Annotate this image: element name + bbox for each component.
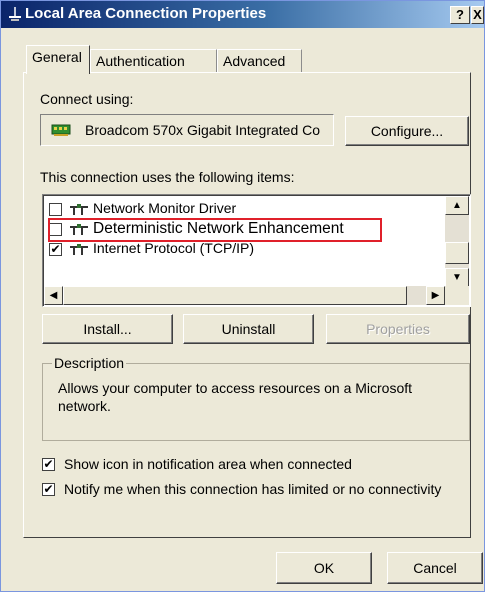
item-checkbox[interactable] [49,223,62,236]
properties-dialog: Local Area Connection Properties ? X Gen… [0,0,485,592]
notify-label: Notify me when this connection has limit… [64,481,442,497]
close-button[interactable]: X [471,6,484,24]
tab-general[interactable]: General [26,45,90,74]
show-icon-checkbox[interactable]: ✔ [42,458,55,471]
uninstall-button[interactable]: Uninstall [183,314,314,344]
network-component-icon [70,204,88,215]
description-title: Description [52,355,127,371]
connect-using-label: Connect using: [40,91,134,107]
scroll-thumb[interactable] [63,286,407,305]
install-button[interactable]: Install... [42,314,173,344]
tab-advanced[interactable]: Advanced [217,49,302,73]
adapter-field: Broadcom 570x Gigabit Integrated Co [40,114,334,146]
description-text: Allows your computer to access resources… [58,380,413,414]
network-component-icon [70,224,88,235]
cancel-button[interactable]: Cancel [387,552,483,584]
item-label: Internet Protocol (TCP/IP) [93,240,255,256]
notify-checkbox[interactable]: ✔ [42,483,55,496]
show-icon-label: Show icon in notification area when conn… [64,456,352,472]
network-adapter-icon [51,124,71,136]
adapter-name: Broadcom 570x Gigabit Integrated Co [85,122,321,138]
vertical-scrollbar[interactable]: ▲ ▼ [445,196,469,287]
ok-button[interactable]: OK [276,552,372,584]
items-label: This connection uses the following items… [40,169,295,185]
configure-button[interactable]: Configure... [345,116,469,146]
horizontal-scrollbar[interactable]: ◀ ▶ [44,286,445,305]
item-checkbox[interactable]: ✔ [49,243,62,256]
properties-button[interactable]: Properties [326,314,470,344]
window-title: Local Area Connection Properties [25,5,267,22]
help-button[interactable]: ? [450,6,470,24]
scroll-down-icon[interactable]: ▼ [445,268,469,287]
tab-authentication[interactable]: Authentication [90,49,217,73]
network-connection-icon [9,7,21,21]
scrollbar-corner [445,286,469,305]
scroll-right-icon[interactable]: ▶ [426,286,445,305]
scroll-left-icon[interactable]: ◀ [44,286,63,305]
item-label: Network Monitor Driver [93,200,237,216]
scroll-thumb[interactable] [445,242,469,264]
item-checkbox[interactable] [49,203,62,216]
item-label: Deterministic Network Enhancement [93,220,344,237]
scroll-up-icon[interactable]: ▲ [445,196,469,215]
network-component-icon [70,244,88,255]
title-bar[interactable]: Local Area Connection Properties ? X [1,1,484,28]
